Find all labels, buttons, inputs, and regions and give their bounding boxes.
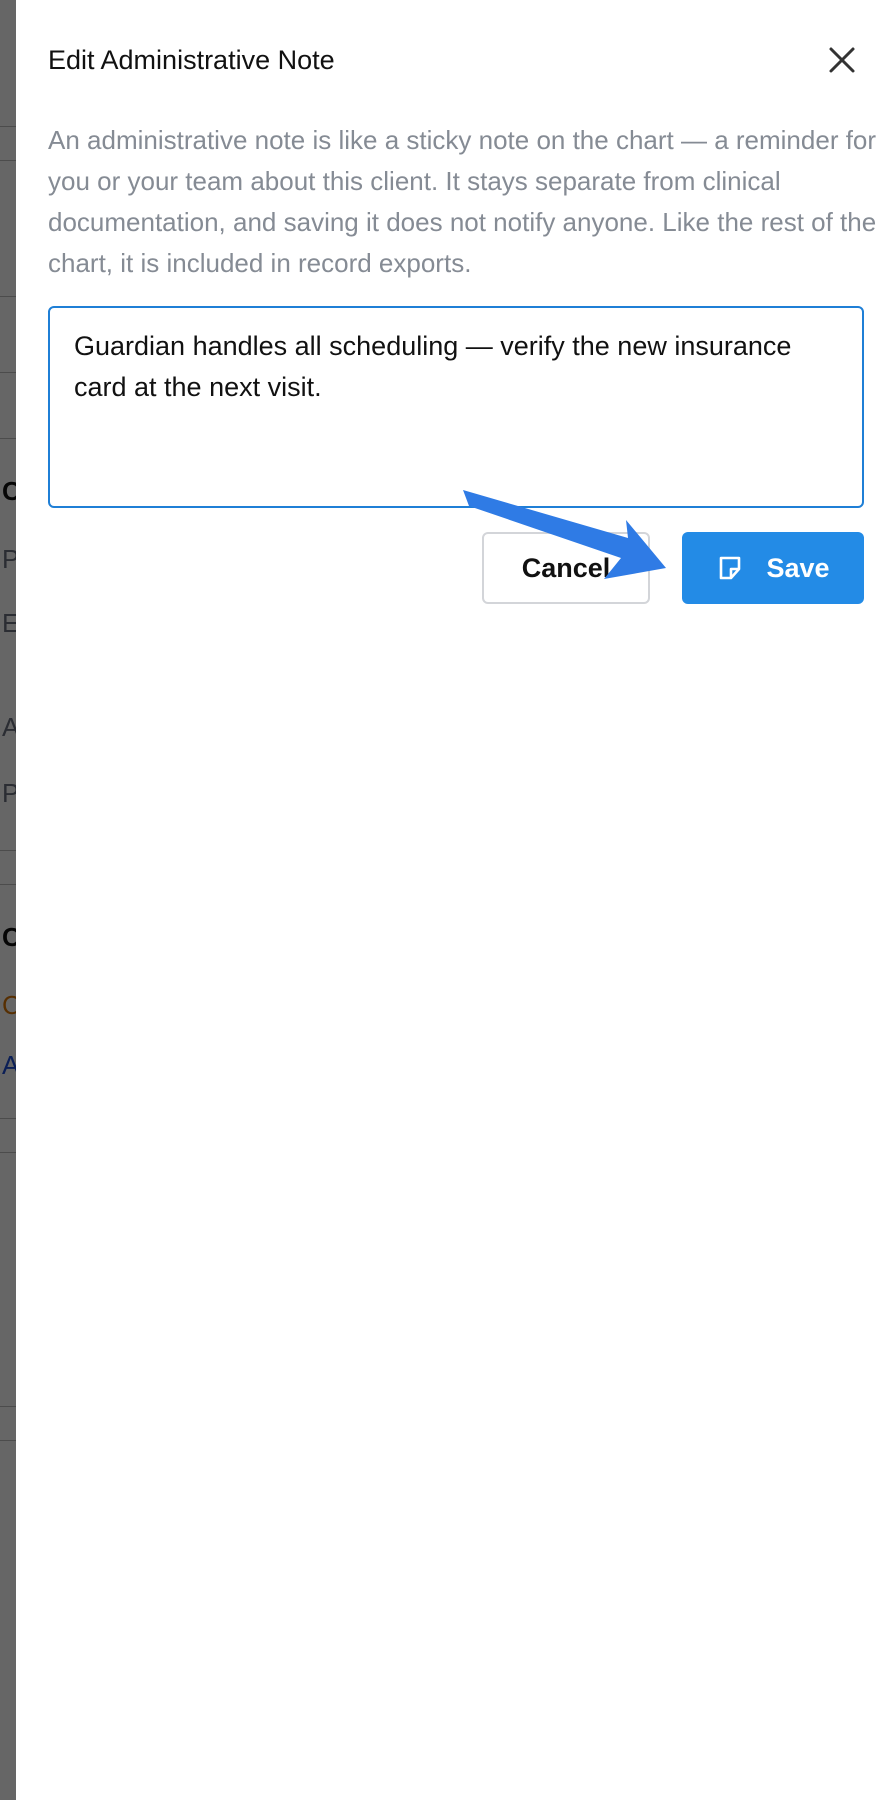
save-button-label: Save [766, 552, 830, 583]
note-textarea[interactable] [48, 306, 864, 508]
edit-note-drawer: Edit Administrative Note An administrati… [16, 0, 896, 1800]
drawer-description: An administrative note is like a sticky … [48, 125, 877, 278]
close-button[interactable] [822, 40, 862, 80]
sticky-note-icon [716, 554, 744, 582]
save-button[interactable]: Save [682, 532, 864, 604]
cancel-button[interactable]: Cancel [482, 532, 650, 604]
drawer-title: Edit Administrative Note [48, 45, 335, 75]
close-icon [829, 47, 855, 73]
